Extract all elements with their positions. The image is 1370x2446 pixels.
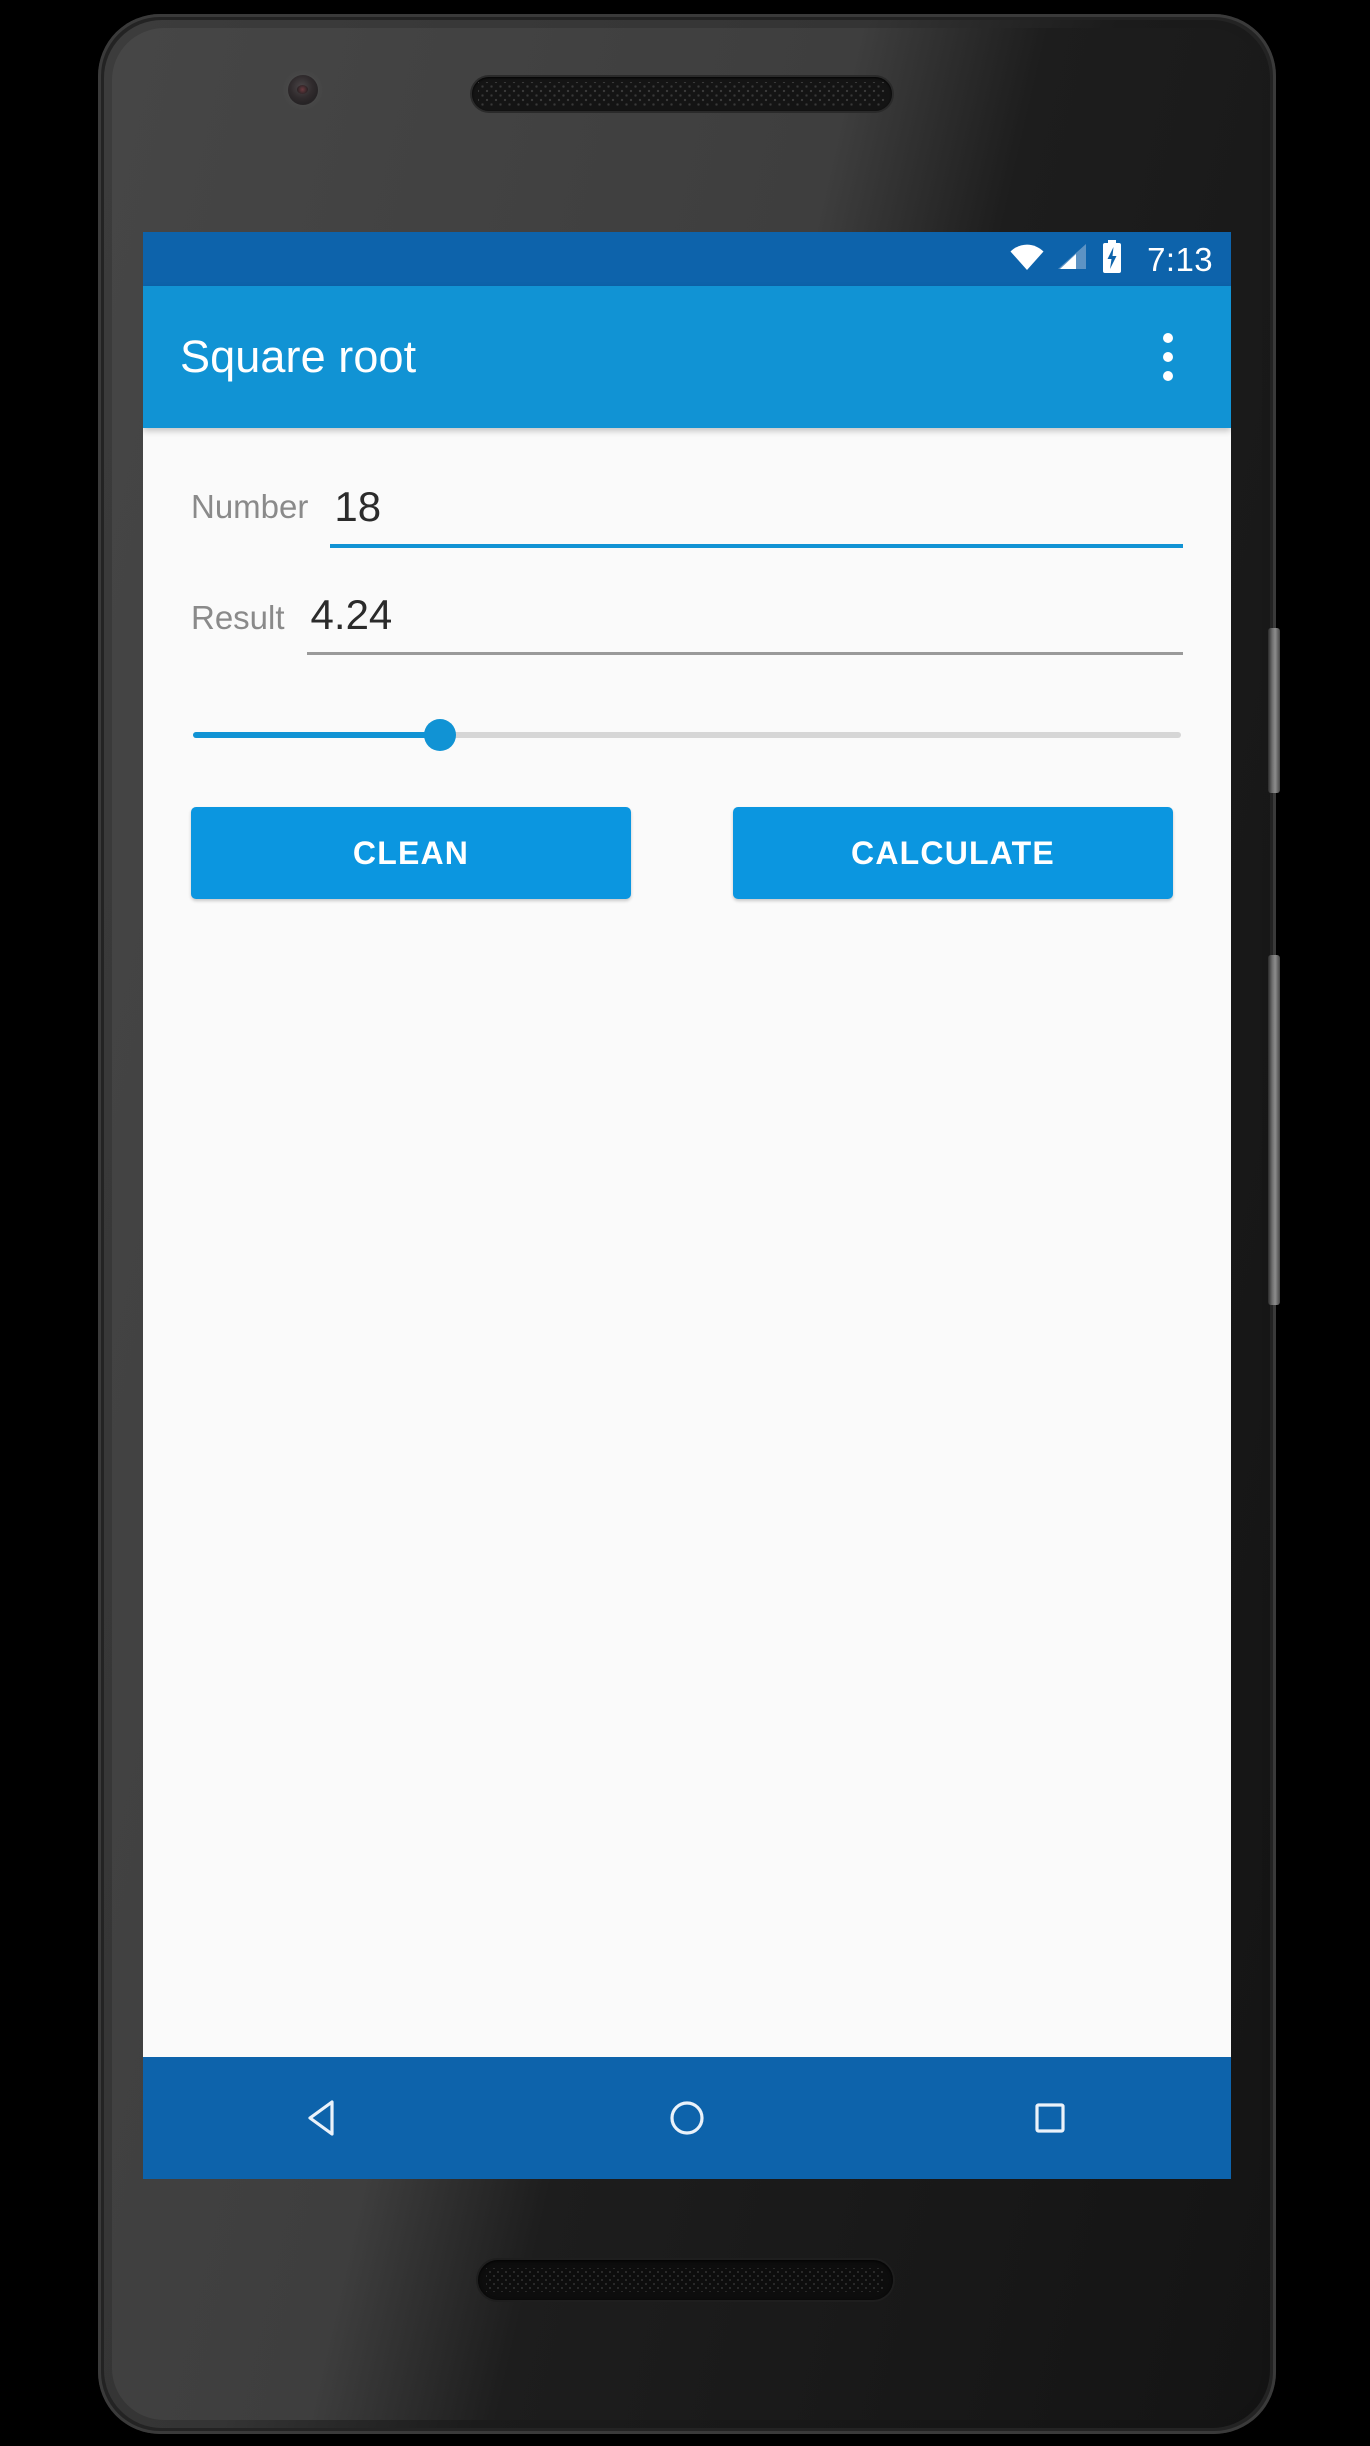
- overflow-dot: [1163, 352, 1173, 362]
- status-bar-clock: 7:13: [1147, 240, 1213, 278]
- clean-button[interactable]: CLEAN: [191, 807, 631, 899]
- back-nav-icon: [308, 2100, 334, 2136]
- app-title: Square root: [180, 331, 417, 382]
- system-navigation-bar: [143, 2057, 1231, 2179]
- status-icons-group: 7:13: [1009, 239, 1213, 279]
- action-button-row: CLEAN CALCULATE: [191, 807, 1183, 899]
- power-button[interactable]: [1268, 628, 1280, 793]
- phone-screen: 7:13 Square root Number 18 Result 4.24 C…: [143, 232, 1231, 2179]
- app-bar: Square root: [143, 286, 1231, 428]
- number-input-wrap[interactable]: 18: [330, 486, 1183, 548]
- back-nav-button[interactable]: [254, 2057, 394, 2179]
- recents-nav-button[interactable]: [980, 2057, 1120, 2179]
- result-input[interactable]: 4.24: [307, 594, 1183, 652]
- number-input-underline: [330, 544, 1183, 548]
- front-camera-icon: [288, 75, 318, 105]
- home-nav-icon: [670, 2101, 704, 2135]
- result-input-underline: [306, 652, 1183, 655]
- content-area: Number 18 Result 4.24 CLEAN CALCULATE: [143, 486, 1231, 2115]
- bottom-speaker-grille: [478, 2260, 893, 2300]
- result-field-label: Result: [191, 599, 285, 636]
- overflow-menu-icon[interactable]: [1131, 320, 1205, 394]
- cellular-signal-icon: [1057, 243, 1089, 276]
- number-field-label: Number: [191, 488, 309, 525]
- overflow-dot: [1163, 371, 1173, 381]
- home-nav-button[interactable]: [617, 2057, 757, 2179]
- slider-thumb[interactable]: [424, 719, 456, 751]
- battery-charging-icon: [1101, 239, 1123, 279]
- overflow-dot: [1163, 333, 1173, 343]
- earpiece-speaker-grille: [472, 77, 892, 111]
- result-field-row: Result 4.24: [191, 594, 1183, 655]
- button-spacer: [631, 807, 733, 899]
- screenshot-stage: 7:13 Square root Number 18 Result 4.24 C…: [0, 0, 1370, 2446]
- number-field-row: Number 18: [191, 486, 1183, 548]
- result-input-wrap[interactable]: 4.24: [306, 594, 1183, 655]
- slider-fill: [193, 732, 440, 738]
- slider-row: [191, 711, 1183, 759]
- precision-slider[interactable]: [193, 711, 1181, 759]
- volume-rocker-button[interactable]: [1268, 955, 1280, 1305]
- recents-nav-icon: [1035, 2103, 1065, 2133]
- status-bar: 7:13: [143, 232, 1231, 286]
- number-input[interactable]: 18: [330, 486, 1183, 544]
- wifi-icon: [1009, 243, 1045, 276]
- calculate-button[interactable]: CALCULATE: [733, 807, 1173, 899]
